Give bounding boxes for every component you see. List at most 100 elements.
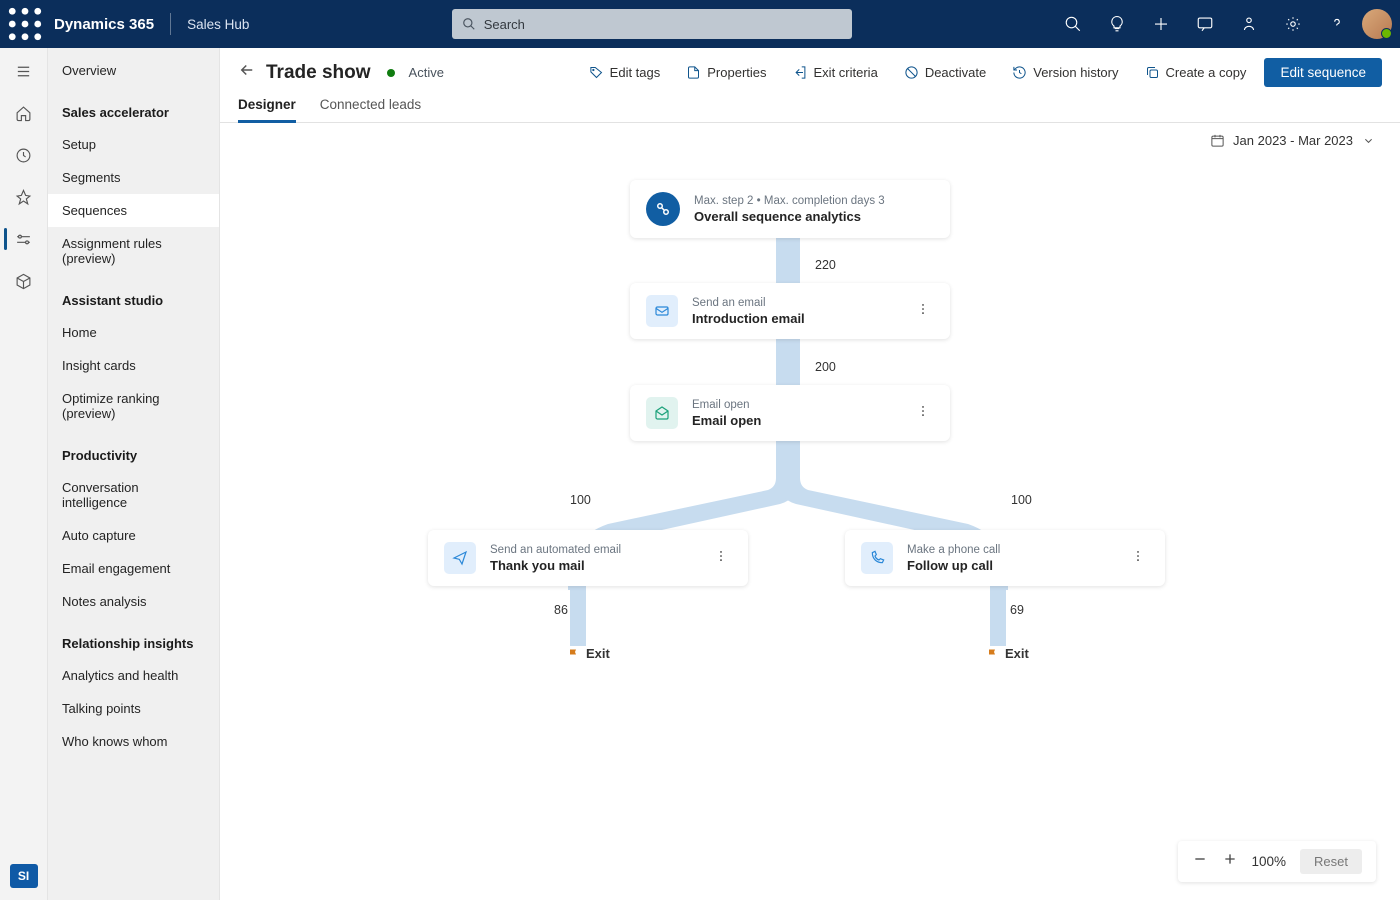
nav-item-talking-points[interactable]: Talking points xyxy=(48,692,219,725)
zoom-reset-button[interactable]: Reset xyxy=(1300,849,1362,874)
zoom-toolbar: 100% Reset xyxy=(1178,841,1377,882)
flow-connectors xyxy=(220,158,1400,858)
nav-item-conversation-intelligence[interactable]: Conversation intelligence xyxy=(48,471,219,519)
exit-label: Exit xyxy=(586,646,610,661)
zoom-out-button[interactable] xyxy=(1192,851,1208,872)
arrow-left-icon xyxy=(238,61,256,79)
pin-icon xyxy=(15,189,32,206)
nav-item-segments[interactable]: Segments xyxy=(48,161,219,194)
card-more-button[interactable] xyxy=(710,545,732,572)
header-ideas-button[interactable] xyxy=(1098,5,1136,43)
nav-item-who-knows-whom[interactable]: Who knows whom xyxy=(48,725,219,758)
cmd-create-copy[interactable]: Create a copy xyxy=(1137,59,1255,86)
card-title: Thank you mail xyxy=(490,558,621,573)
nav-item-overview[interactable]: Overview xyxy=(48,54,219,87)
rail-home-button[interactable] xyxy=(4,96,44,130)
exit-icon xyxy=(793,65,808,80)
tab-connected-leads[interactable]: Connected leads xyxy=(320,97,421,122)
calendar-icon xyxy=(1210,133,1225,148)
nav-item-sequences[interactable]: Sequences xyxy=(48,194,219,227)
header-help-button[interactable] xyxy=(1318,5,1356,43)
more-vertical-icon xyxy=(1131,549,1145,563)
chevron-down-icon xyxy=(1361,133,1376,148)
gear-icon xyxy=(1284,15,1302,33)
rail-area-switcher[interactable]: SI xyxy=(10,864,38,888)
copy-icon xyxy=(1145,65,1160,80)
nav-item-email-engagement[interactable]: Email engagement xyxy=(48,552,219,585)
rail-settings-button[interactable] xyxy=(4,222,44,256)
cmd-properties[interactable]: Properties xyxy=(678,59,774,86)
exit-right-count: 69 xyxy=(1010,603,1024,617)
flag-icon xyxy=(568,648,580,660)
send-icon xyxy=(444,542,476,574)
zoom-level-label: 100% xyxy=(1252,854,1287,869)
email-icon xyxy=(646,295,678,327)
icon-rail: SI xyxy=(0,48,48,900)
nav-item-optimize-ranking[interactable]: Optimize ranking (preview) xyxy=(48,382,219,430)
analytics-icon xyxy=(646,192,680,226)
card-more-button[interactable] xyxy=(912,298,934,325)
exit-left: Exit xyxy=(568,646,610,661)
header-settings-button[interactable] xyxy=(1274,5,1312,43)
cmd-exit-criteria[interactable]: Exit criteria xyxy=(785,59,886,86)
nav-item-home[interactable]: Home xyxy=(48,316,219,349)
card-follow-up-call[interactable]: Make a phone call Follow up call xyxy=(845,530,1165,586)
nav-item-notes-analysis[interactable]: Notes analysis xyxy=(48,585,219,618)
header-add-button[interactable] xyxy=(1142,5,1180,43)
nav-header-productivity: Productivity xyxy=(48,430,219,471)
left-nav: Overview Sales accelerator Setup Segment… xyxy=(48,48,220,900)
cmd-edit-tags[interactable]: Edit tags xyxy=(581,59,669,86)
exit-left-count: 86 xyxy=(554,603,568,617)
sequence-canvas[interactable]: Max. step 2 • Max. completion days 3 Ove… xyxy=(220,158,1400,900)
main-content: Trade show Active Edit tags Properties E… xyxy=(220,48,1400,900)
phone-icon xyxy=(861,542,893,574)
search-icon xyxy=(1064,15,1082,33)
zoom-in-button[interactable] xyxy=(1222,851,1238,872)
header-assistant-button[interactable] xyxy=(1230,5,1268,43)
card-meta: Send an email xyxy=(692,296,805,311)
app-launcher-button[interactable] xyxy=(8,7,42,41)
nav-item-setup[interactable]: Setup xyxy=(48,128,219,161)
card-overall-analytics[interactable]: Max. step 2 • Max. completion days 3 Ove… xyxy=(630,180,950,238)
date-range-picker[interactable]: Jan 2023 - Mar 2023 xyxy=(1210,133,1376,148)
nav-item-analytics-health[interactable]: Analytics and health xyxy=(48,659,219,692)
global-search-input[interactable]: Search xyxy=(452,9,852,39)
search-icon xyxy=(462,17,476,31)
card-email-open[interactable]: Email open Email open xyxy=(630,385,950,441)
rail-package-button[interactable] xyxy=(4,264,44,298)
rail-menu-button[interactable] xyxy=(4,54,44,88)
brand-divider xyxy=(170,13,171,35)
header-chat-button[interactable] xyxy=(1186,5,1224,43)
more-vertical-icon xyxy=(916,302,930,316)
exit-right: Exit xyxy=(987,646,1029,661)
card-title: Overall sequence analytics xyxy=(694,209,885,224)
rail-pinned-button[interactable] xyxy=(4,180,44,214)
cmd-deactivate[interactable]: Deactivate xyxy=(896,59,994,86)
nav-item-insight-cards[interactable]: Insight cards xyxy=(48,349,219,382)
card-more-button[interactable] xyxy=(1127,545,1149,572)
cmd-version-history[interactable]: Version history xyxy=(1004,59,1126,86)
question-icon xyxy=(1328,15,1346,33)
nav-item-auto-capture[interactable]: Auto capture xyxy=(48,519,219,552)
header-search-button[interactable] xyxy=(1054,5,1092,43)
home-icon xyxy=(15,105,32,122)
nav-item-assignment-rules[interactable]: Assignment rules (preview) xyxy=(48,227,219,275)
user-avatar[interactable] xyxy=(1362,9,1392,39)
date-range-label: Jan 2023 - Mar 2023 xyxy=(1233,133,1353,148)
command-bar: Trade show Active Edit tags Properties E… xyxy=(220,48,1400,87)
edit-sequence-button[interactable]: Edit sequence xyxy=(1264,58,1382,87)
search-placeholder: Search xyxy=(484,17,525,32)
lightbulb-icon xyxy=(1108,15,1126,33)
card-send-email[interactable]: Send an email Introduction email xyxy=(630,283,950,339)
rail-recent-button[interactable] xyxy=(4,138,44,172)
more-vertical-icon xyxy=(714,549,728,563)
back-button[interactable] xyxy=(238,61,256,84)
tab-designer[interactable]: Designer xyxy=(238,97,296,122)
branch-right-count: 100 xyxy=(1011,493,1032,507)
card-thank-you-mail[interactable]: Send an automated email Thank you mail xyxy=(428,530,748,586)
card-more-button[interactable] xyxy=(912,400,934,427)
card-title: Email open xyxy=(692,413,761,428)
nav-header-relationship-insights: Relationship insights xyxy=(48,618,219,659)
card-meta: Max. step 2 • Max. completion days 3 xyxy=(694,194,885,209)
nav-header-assistant-studio: Assistant studio xyxy=(48,275,219,316)
